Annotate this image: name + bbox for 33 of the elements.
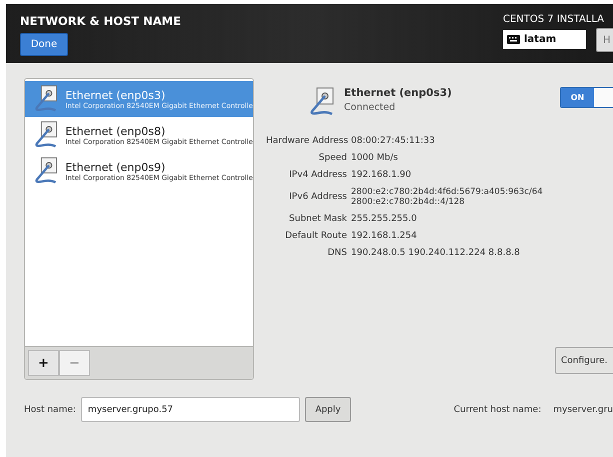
keyboard-layout-field[interactable]: latam <box>503 30 586 49</box>
property-value: 192.168.1.254 <box>351 231 418 241</box>
keyboard-icon <box>507 35 520 44</box>
product-title: CENTOS 7 INSTALLA <box>503 14 604 25</box>
apply-button[interactable]: Apply <box>305 397 351 422</box>
page-title: NETWORK & HOST NAME <box>20 14 181 28</box>
property-label: IPv4 Address <box>288 170 347 180</box>
property-label: Default Route <box>284 231 347 241</box>
property-value: 192.168.1.90 <box>351 170 412 180</box>
configure-button[interactable]: Configure. <box>555 347 613 374</box>
device-title: Ethernet (enp0s3) <box>344 87 453 99</box>
property-value: 2800:e2:c780:2b4d::4/128 <box>351 197 466 207</box>
host-name-label: Host name: <box>24 404 76 414</box>
property-label: Speed <box>318 153 347 163</box>
property-value: 255.255.255.0 <box>351 214 418 224</box>
property-label: Subnet Mask <box>288 214 347 224</box>
device-name: Ethernet (enp0s9) <box>65 160 166 174</box>
property-label: IPv6 Address <box>288 192 347 202</box>
property-value: 1000 Mb/s <box>351 153 399 163</box>
current-host-name-label: Current host name: <box>454 404 542 414</box>
connection-switch[interactable]: ON <box>560 87 613 108</box>
host-name-field[interactable]: myserver.grupo.57 <box>80 397 300 422</box>
device-name: Ethernet (enp0s3) <box>65 88 166 102</box>
current-host-name-value: myserver.gru <box>553 404 613 414</box>
property-value: 2800:e2:c780:2b4d:4f6d:5679:a405:963c/64 <box>351 187 544 197</box>
property-label: Hardware Address <box>266 136 347 146</box>
add-button[interactable]: + <box>28 350 59 376</box>
done-button[interactable]: Done <box>20 33 68 56</box>
device-name: Ethernet (enp0s8) <box>65 124 166 138</box>
connection-status: Connected <box>344 102 396 113</box>
property-value: 08:00:27:45:11:33 <box>351 136 436 146</box>
property-label: DNS <box>326 248 347 258</box>
property-value: 190.248.0.5 190.240.112.224 8.8.8.8 <box>351 248 521 258</box>
